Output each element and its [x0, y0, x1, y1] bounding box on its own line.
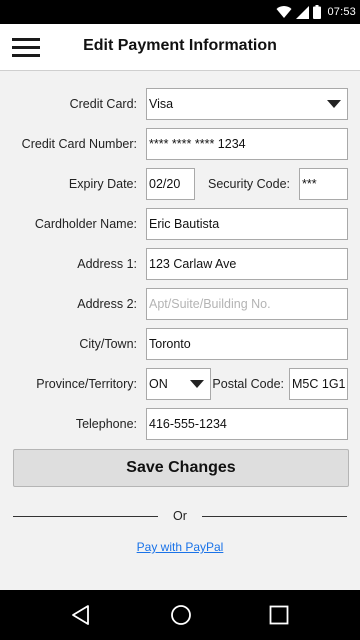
dropdown-caret-icon [321, 89, 347, 119]
cardholder-input[interactable]: Eric Bautista [146, 208, 348, 240]
province-postal-row: Province/Territory: ON Postal Code: M5C … [0, 368, 360, 400]
status-icons: 07:53 [276, 0, 356, 24]
divider-left [13, 516, 158, 517]
card-number-row: Credit Card Number: **** **** **** 1234 [0, 128, 360, 160]
credit-card-select[interactable]: Visa [146, 88, 348, 120]
province-label: Province/Territory: [36, 377, 137, 391]
card-number-input[interactable]: **** **** **** 1234 [146, 128, 348, 160]
address1-row: Address 1: 123 Carlaw Ave [0, 248, 360, 280]
divider-right [202, 516, 347, 517]
status-time: 07:53 [327, 6, 356, 18]
city-label: City/Town: [79, 337, 137, 351]
postal-code-label: Postal Code: [212, 377, 284, 391]
telephone-row: Telephone: 416-555-1234 [0, 408, 360, 440]
credit-card-label: Credit Card: [69, 97, 137, 111]
telephone-label: Telephone: [75, 417, 137, 431]
telephone-input[interactable]: 416-555-1234 [146, 408, 348, 440]
or-text: Or [173, 509, 187, 523]
system-nav-bar [0, 590, 360, 640]
address1-label: Address 1: [77, 257, 137, 271]
address2-label: Address 2: [77, 297, 137, 311]
expiry-label: Expiry Date: [68, 177, 137, 191]
recents-icon[interactable] [268, 604, 290, 626]
back-icon[interactable] [70, 604, 92, 626]
address2-row: Address 2: Apt/Suite/Building No. [0, 288, 360, 320]
expiry-security-row: Expiry Date: 02/20 Security Code: *** [0, 168, 360, 200]
home-icon[interactable] [170, 604, 192, 626]
cardholder-label: Cardholder Name: [34, 217, 137, 231]
pay-with-paypal-link[interactable]: Pay with PayPal [0, 540, 360, 554]
expiry-input[interactable]: 02/20 [146, 168, 195, 200]
province-select[interactable]: ON [146, 368, 211, 400]
credit-card-row: Credit Card: Visa [0, 88, 360, 120]
wifi-icon [276, 5, 296, 19]
status-bar: 07:53 [0, 0, 360, 24]
credit-card-value: Visa [149, 97, 174, 111]
city-row: City/Town: Toronto [0, 328, 360, 360]
city-input[interactable]: Toronto [146, 328, 348, 360]
dropdown-caret-icon [184, 369, 210, 399]
security-code-label: Security Code: [208, 177, 290, 191]
payment-form: Credit Card: Visa Credit Card Number: **… [0, 71, 360, 590]
battery-icon [313, 5, 325, 19]
cardholder-row: Cardholder Name: Eric Bautista [0, 208, 360, 240]
province-value: ON [149, 377, 168, 391]
card-number-label: Credit Card Number: [21, 137, 137, 151]
app-bar: Edit Payment Information [0, 24, 360, 71]
save-changes-button[interactable]: Save Changes [13, 449, 349, 487]
postal-code-input[interactable]: M5C 1G1 [289, 368, 348, 400]
signal-icon [296, 5, 313, 19]
address2-input[interactable]: Apt/Suite/Building No. [146, 288, 348, 320]
page-title: Edit Payment Information [83, 37, 277, 54]
security-code-input[interactable]: *** [299, 168, 348, 200]
address1-input[interactable]: 123 Carlaw Ave [146, 248, 348, 280]
